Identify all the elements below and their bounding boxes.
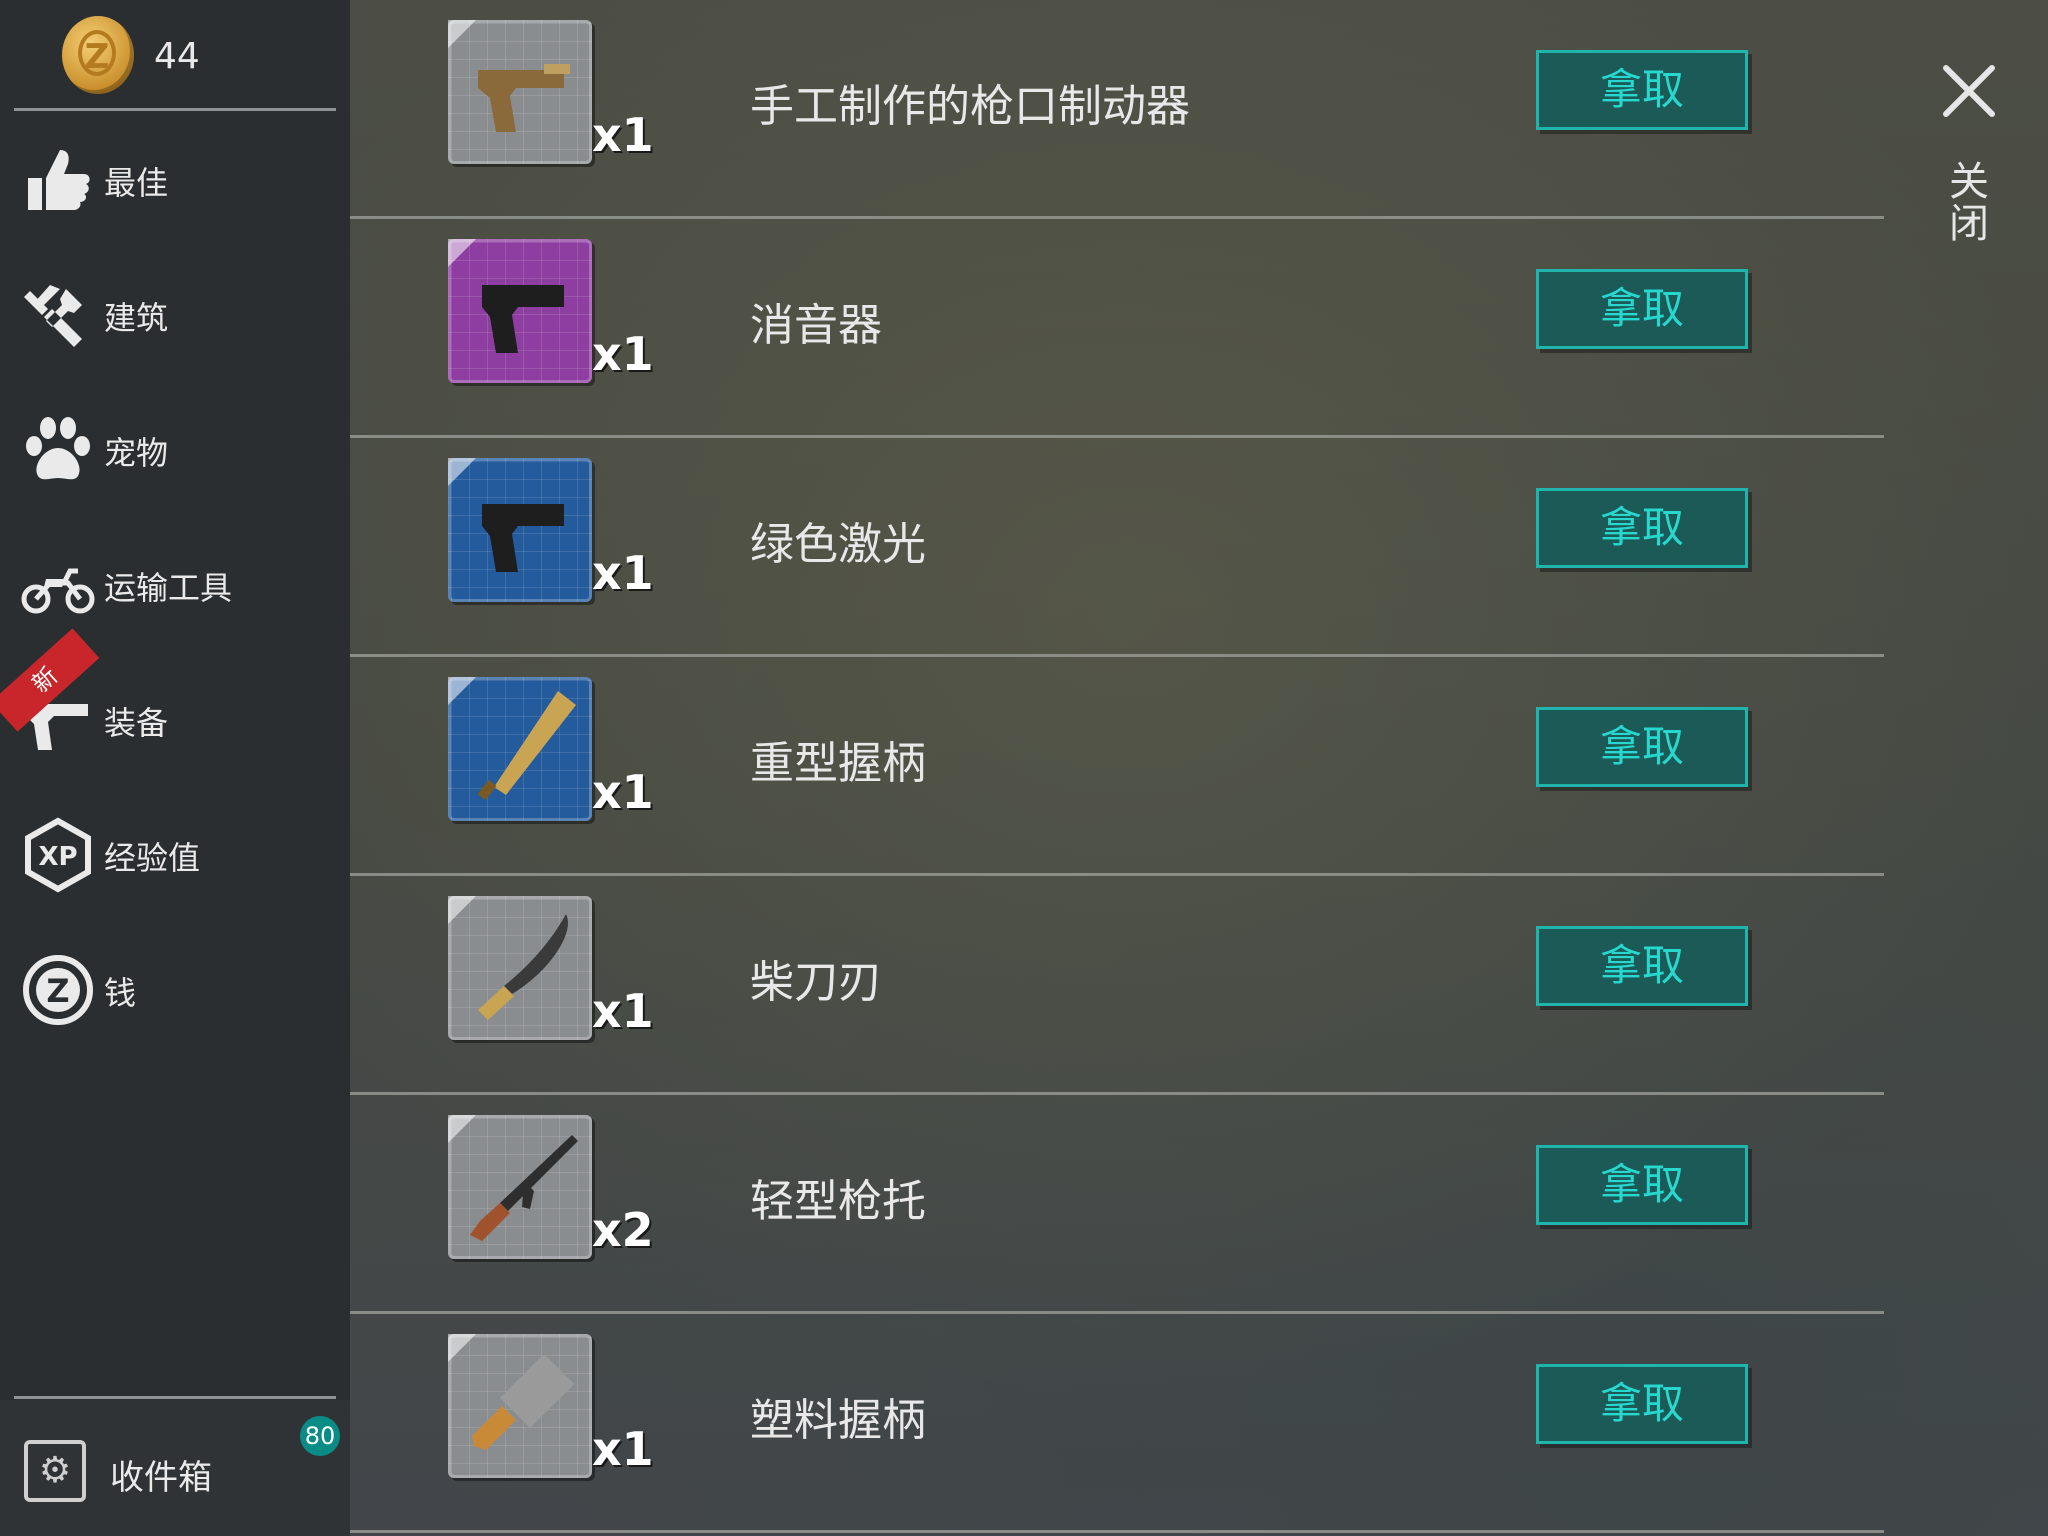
list-item: x1 重型握柄 拿取 xyxy=(350,657,1884,876)
sidebar-item-money[interactable]: Z 钱 xyxy=(0,930,350,1050)
pistol-icon xyxy=(482,285,564,353)
sidebar-item-label: 装备 xyxy=(104,704,169,742)
sidebar-item-building[interactable]: 建筑 xyxy=(0,255,350,375)
machete-icon xyxy=(478,914,568,1020)
item-quantity: x1 xyxy=(592,765,654,819)
blueprint-card xyxy=(448,677,592,821)
reward-list: x1 手工制作的枪口制动器 拿取 x1 消音器 拿取 x1 绿色激光 拿取 x1… xyxy=(350,0,1884,1536)
inbox-label: 收件箱 xyxy=(110,1458,212,1498)
list-item: x1 消音器 拿取 xyxy=(350,219,1884,438)
sidebar-item-label: 最佳 xyxy=(104,164,169,202)
item-name: 绿色激光 xyxy=(750,519,926,570)
item-name: 轻型枪托 xyxy=(750,1176,926,1227)
item-quantity: x2 xyxy=(592,1203,654,1257)
sidebar-item-xp[interactable]: XP 经验值 xyxy=(0,795,350,915)
currency-display: Z 44 xyxy=(0,0,350,110)
sidebar-item-best[interactable]: 最佳 xyxy=(0,120,350,240)
rifle-icon xyxy=(470,1135,578,1241)
take-button[interactable]: 拿取 xyxy=(1536,269,1748,349)
item-quantity: x1 xyxy=(592,327,654,381)
list-item: x1 塑料握柄 拿取 xyxy=(350,1314,1884,1533)
blueprint-card xyxy=(448,1115,592,1259)
divider xyxy=(14,108,336,111)
pistol-icon xyxy=(482,504,564,572)
coin-symbol: Z xyxy=(78,30,116,77)
blueprint-card xyxy=(448,239,592,383)
take-button[interactable]: 拿取 xyxy=(1536,488,1748,568)
paw-icon xyxy=(20,412,96,488)
list-item: x1 手工制作的枪口制动器 拿取 xyxy=(350,0,1884,219)
coin-icon: Z xyxy=(20,952,96,1028)
sidebar-item-label: 运输工具 xyxy=(104,569,233,607)
cleaver-icon xyxy=(472,1354,574,1450)
item-name: 消音器 xyxy=(750,300,882,351)
sidebar-item-label: 建筑 xyxy=(104,299,169,337)
blueprint-card xyxy=(448,458,592,602)
divider xyxy=(14,1396,336,1399)
item-name: 柴刀刃 xyxy=(750,957,882,1008)
item-name: 手工制作的枪口制动器 xyxy=(750,81,1190,132)
take-button[interactable]: 拿取 xyxy=(1536,1364,1748,1444)
sidebar: Z 44 最佳 建筑 宠物 运输工具 装备 新 XP 经验值 Z 钱 ⚙ 收件箱… xyxy=(0,0,350,1536)
currency-value: 44 xyxy=(154,36,200,77)
blueprint-card xyxy=(448,896,592,1040)
sidebar-item-label: 钱 xyxy=(104,974,137,1012)
list-item: x1 柴刀刃 拿取 xyxy=(350,876,1884,1095)
item-name: 塑料握柄 xyxy=(750,1395,926,1446)
blueprint-card xyxy=(448,20,592,164)
safe-icon: ⚙ xyxy=(24,1440,86,1502)
item-quantity: x1 xyxy=(592,1422,654,1476)
take-button[interactable]: 拿取 xyxy=(1536,1145,1748,1225)
item-quantity: x1 xyxy=(592,546,654,600)
bat-icon xyxy=(477,691,576,801)
take-button[interactable]: 拿取 xyxy=(1536,707,1748,787)
item-quantity: x1 xyxy=(592,984,654,1038)
sidebar-item-label: 宠物 xyxy=(104,434,169,472)
thumbs-up-icon xyxy=(20,142,96,218)
inbox-button[interactable]: ⚙ 收件箱 80 xyxy=(0,1400,350,1536)
coin-icon: Z xyxy=(62,16,134,94)
sidebar-item-transport[interactable]: 运输工具 xyxy=(0,525,350,645)
pistol-icon xyxy=(478,64,570,132)
item-quantity: x1 xyxy=(592,108,654,162)
list-item: x2 轻型枪托 拿取 xyxy=(350,1095,1884,1314)
motorcycle-icon xyxy=(20,547,96,623)
xp-icon-text: XP xyxy=(38,842,77,872)
blueprint-card xyxy=(448,1334,592,1478)
sidebar-item-label: 经验值 xyxy=(104,839,201,877)
xp-icon: XP xyxy=(20,817,96,893)
close-label[interactable]: 关闭 xyxy=(1942,160,1994,244)
item-name: 重型握柄 xyxy=(750,738,926,789)
take-button[interactable]: 拿取 xyxy=(1536,50,1748,130)
divider xyxy=(350,1530,1884,1533)
coin-icon-text: Z xyxy=(46,972,69,1010)
sidebar-item-pets[interactable]: 宠物 xyxy=(0,390,350,510)
take-button[interactable]: 拿取 xyxy=(1536,926,1748,1006)
tools-icon xyxy=(20,277,96,353)
close-icon[interactable] xyxy=(1940,62,1998,120)
list-item: x1 绿色激光 拿取 xyxy=(350,438,1884,657)
inbox-count-badge: 80 xyxy=(300,1416,340,1456)
